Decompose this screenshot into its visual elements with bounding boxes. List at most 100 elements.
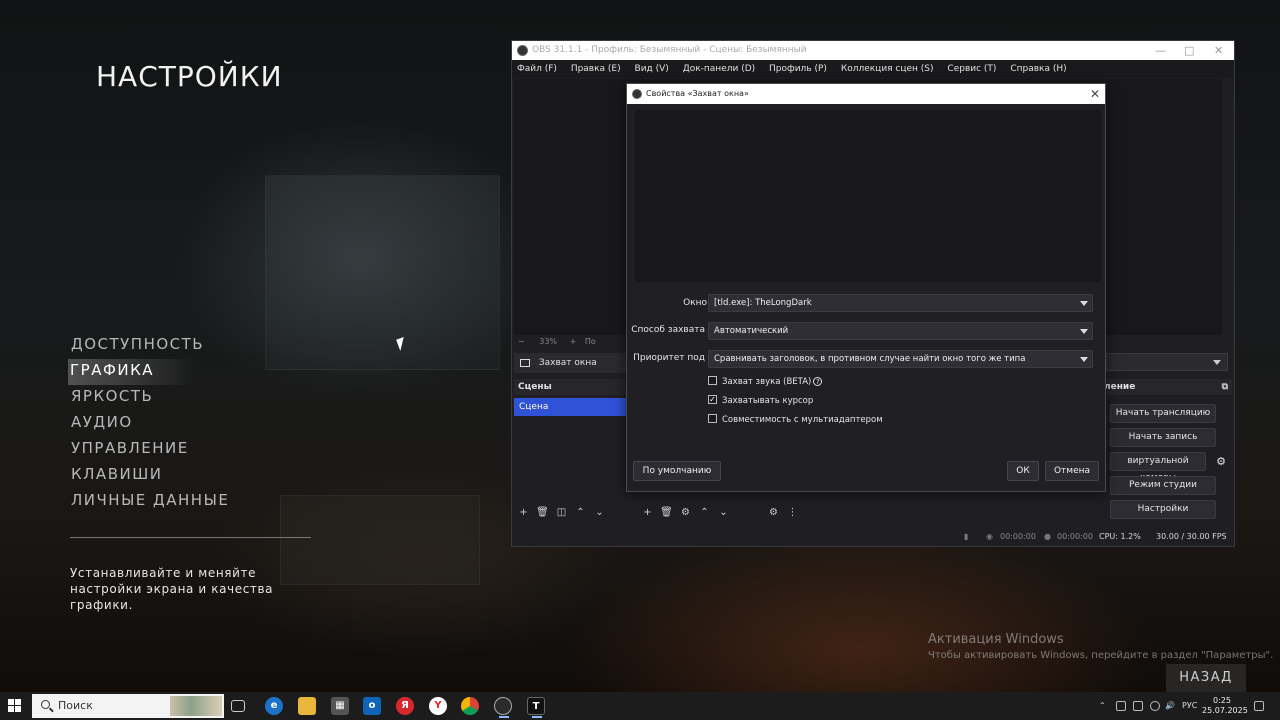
- store-icon[interactable]: ▦: [331, 697, 349, 715]
- capture-cursor-label: Захватывать курсор: [722, 396, 814, 406]
- clock-date: 25.07.2025: [1202, 706, 1248, 715]
- undock-icon[interactable]: ⧉: [1222, 379, 1228, 395]
- obs-right-dropdown[interactable]: [1106, 353, 1228, 371]
- mixer-settings-icon[interactable]: ⚙: [764, 505, 783, 521]
- source-settings-icon[interactable]: ⚙: [676, 505, 695, 521]
- menu-help[interactable]: Справка (H): [1005, 60, 1066, 78]
- minimize-icon[interactable]: —: [1155, 41, 1166, 60]
- obs-logo-icon: [517, 45, 528, 56]
- the-long-dark-icon[interactable]: T: [527, 697, 545, 718]
- stream-time: 00:00:00: [1000, 532, 1036, 541]
- add-scene-icon[interactable]: +: [514, 505, 533, 521]
- controls-header: ление ⧉: [1102, 379, 1232, 395]
- virtual-camera-button[interactable]: виртуальной камеры: [1110, 452, 1206, 483]
- scene-list-item[interactable]: Сцена: [514, 398, 626, 416]
- filter-icon[interactable]: ◫: [552, 505, 571, 521]
- virtual-camera-settings-icon[interactable]: ⚙: [1212, 452, 1230, 471]
- yandex-icon[interactable]: Я: [396, 697, 414, 715]
- game-menu-controls[interactable]: УПРАВЛЕНИЕ: [70, 437, 229, 463]
- search-icon: [41, 700, 50, 709]
- tray-chevron-up-icon[interactable]: ⌃: [1099, 692, 1106, 720]
- remove-source-icon[interactable]: 🗑: [657, 505, 676, 521]
- game-menu-accessibility[interactable]: ДОСТУПНОСТЬ: [70, 333, 229, 359]
- outlook-icon[interactable]: o: [363, 697, 381, 715]
- cancel-button[interactable]: Отмена: [1045, 461, 1099, 481]
- taskbar-clock[interactable]: 0:25 25.07.2025: [1202, 696, 1248, 716]
- menu-profile[interactable]: Профиль (P): [764, 60, 827, 78]
- chrome-icon[interactable]: [461, 697, 479, 715]
- menu-tools[interactable]: Сервис (T): [942, 60, 996, 78]
- capture-cursor-checkbox[interactable]: ✓: [708, 395, 717, 404]
- capture-method-select[interactable]: Автоматический: [708, 322, 1093, 340]
- game-menu-audio[interactable]: АУДИО: [70, 411, 229, 437]
- game-menu-brightness[interactable]: ЯРКОСТЬ: [70, 385, 229, 411]
- task-view-icon[interactable]: [231, 700, 245, 712]
- selected-source-name: Захват окна: [538, 358, 597, 368]
- source-down-icon[interactable]: ⌄: [714, 505, 733, 521]
- game-menu-graphics[interactable]: ГРАФИКА: [68, 359, 194, 385]
- language-indicator[interactable]: РУС: [1182, 692, 1197, 720]
- zoom-out-icon[interactable]: −: [518, 337, 525, 346]
- menu-edit[interactable]: Правка (E): [566, 60, 621, 78]
- capture-audio-option[interactable]: Захват звука (BETA)?: [708, 375, 823, 389]
- scenes-panel: Сцены Сцена: [514, 379, 626, 494]
- game-scene-window: [265, 175, 500, 370]
- yandex-browser-icon[interactable]: Y: [429, 697, 447, 715]
- dialog-close-icon[interactable]: ✕: [1090, 84, 1100, 104]
- edge-browser-icon[interactable]: e: [265, 697, 283, 715]
- volume-icon[interactable]: 🔊: [1165, 692, 1175, 720]
- record-time: 00:00:00: [1057, 532, 1093, 541]
- menu-docks[interactable]: Док-панели (D): [678, 60, 755, 78]
- game-menu-keys[interactable]: КЛАВИШИ: [70, 463, 229, 489]
- obs-logo-icon: [632, 89, 642, 99]
- game-back-button[interactable]: НАЗАД: [1166, 664, 1246, 692]
- obs-preview-zoom-bar: − 33% + По размеру окна: [514, 335, 624, 360]
- window-select[interactable]: [tld.exe]: TheLongDark: [708, 294, 1093, 312]
- taskbar-search-box[interactable]: Поиск: [32, 694, 224, 718]
- move-down-icon[interactable]: ⌄: [590, 505, 609, 521]
- maximize-icon[interactable]: □: [1184, 41, 1194, 60]
- defaults-button[interactable]: По умолчанию: [633, 461, 721, 481]
- capture-audio-checkbox[interactable]: [708, 376, 717, 385]
- multiadapter-option[interactable]: Совместимость с мультиадаптером: [708, 413, 883, 427]
- chevron-down-icon: [1080, 301, 1088, 306]
- menu-scene-collection[interactable]: Коллекция сцен (S): [836, 60, 934, 78]
- windows-start-icon[interactable]: [8, 699, 22, 713]
- obs-taskbar-icon[interactable]: [494, 697, 512, 718]
- start-stream-button[interactable]: Начать трансляцию: [1110, 404, 1216, 423]
- window-select-value: [tld.exe]: TheLongDark: [714, 298, 812, 308]
- zoom-in-icon[interactable]: +: [570, 337, 577, 346]
- chevron-down-icon: [1080, 329, 1088, 334]
- menu-file[interactable]: Файл (F): [512, 60, 557, 78]
- priority-select[interactable]: Сравнивать заголовок, в противном случае…: [708, 350, 1093, 368]
- tray-app-icon-2[interactable]: [1133, 701, 1143, 711]
- mixer-more-icon[interactable]: ⋮: [783, 505, 802, 521]
- start-record-button[interactable]: Начать запись: [1110, 428, 1216, 447]
- tray-app-icon[interactable]: [1116, 701, 1126, 711]
- remove-scene-icon[interactable]: 🗑: [533, 505, 552, 521]
- notifications-icon[interactable]: [1254, 701, 1264, 711]
- game-menu-personal-data[interactable]: ЛИЧНЫЕ ДАННЫЕ: [70, 489, 229, 515]
- ok-button[interactable]: ОК: [1007, 461, 1039, 481]
- help-icon[interactable]: ?: [813, 377, 823, 386]
- obs-window-title: OBS 31.1.1 - Профиль: Безымянный - Сцены…: [532, 45, 807, 55]
- source-up-icon[interactable]: ⌃: [695, 505, 714, 521]
- network-icon[interactable]: [1150, 701, 1160, 711]
- activation-subtitle: Чтобы активировать Windows, перейдите в …: [928, 650, 1274, 661]
- obs-statusbar: ▮ ◉ 00:00:00 ● 00:00:00 CPU: 1.2% 30.00 …: [512, 527, 1234, 546]
- sources-toolbar: + 🗑 ⚙ ⌃ ⌄: [638, 505, 733, 521]
- multiadapter-label: Совместимость с мультиадаптером: [722, 415, 883, 425]
- menu-view[interactable]: Вид (V): [630, 60, 669, 78]
- settings-button[interactable]: Настройки: [1110, 500, 1216, 519]
- add-source-icon[interactable]: +: [638, 505, 657, 521]
- record-icon: ●: [1044, 532, 1051, 541]
- capture-audio-label: Захват звука (BETA): [722, 377, 812, 387]
- multiadapter-checkbox[interactable]: [708, 414, 717, 423]
- network-icon: ▮: [964, 532, 969, 541]
- capture-cursor-option[interactable]: ✓ Захватывать курсор: [708, 394, 813, 408]
- studio-mode-button[interactable]: Режим студии: [1110, 476, 1216, 495]
- move-up-icon[interactable]: ⌃: [571, 505, 590, 521]
- priority-value: Сравнивать заголовок, в противном случае…: [714, 354, 1026, 364]
- file-explorer-icon[interactable]: [298, 697, 316, 715]
- close-icon[interactable]: ✕: [1214, 41, 1223, 60]
